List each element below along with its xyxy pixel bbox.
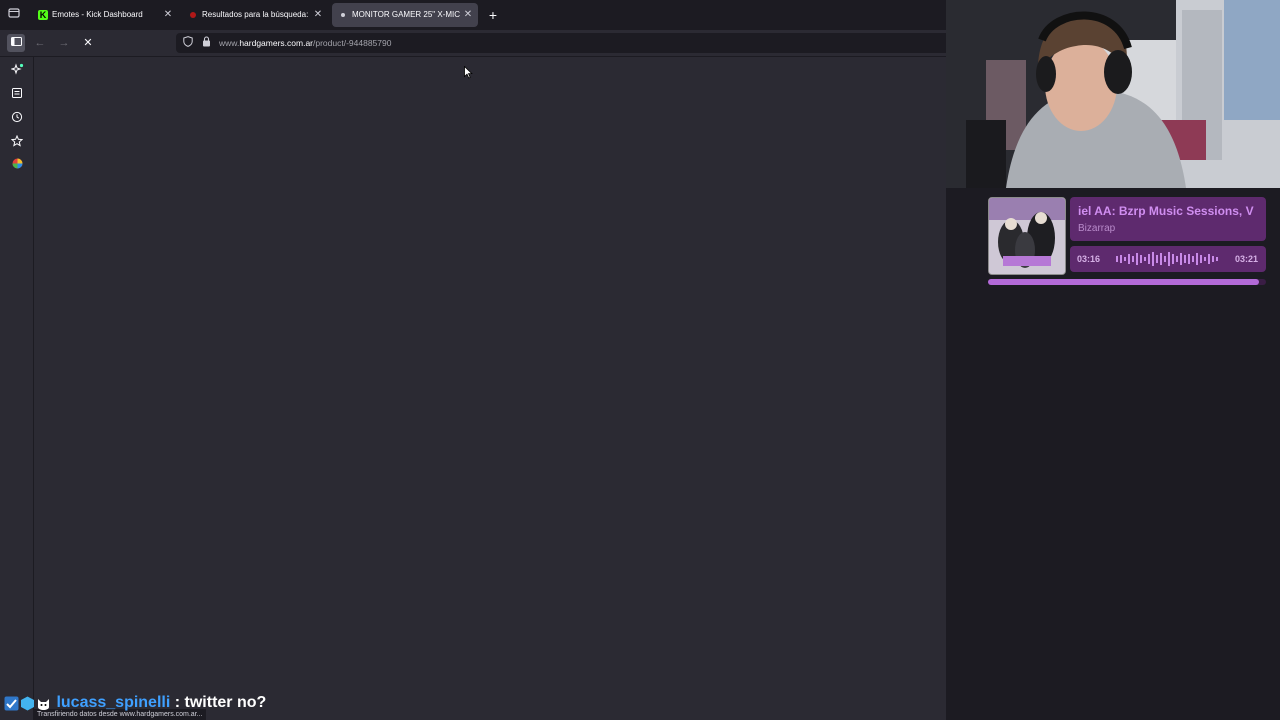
tab-monitor-gamer[interactable]: MONITOR GAMER 25" X-MICR ✕ (332, 3, 478, 27)
shield-icon[interactable] (181, 36, 195, 50)
url-text[interactable]: www.hardgamers.com.ar/product/-944885790 (219, 33, 391, 53)
colors-icon[interactable] (9, 158, 25, 174)
store-favicon-icon (190, 12, 196, 18)
history-icon[interactable] (9, 111, 25, 127)
kick-logo-icon: K (38, 10, 48, 20)
music-player-widget: iel AA: Bzrp Music Sessions, V Bizarrap … (988, 197, 1266, 287)
close-icon[interactable]: ✕ (162, 3, 174, 27)
chat-message: lucass_spinelli : twitter no? (4, 694, 266, 714)
track-duration: 03:21 (1234, 254, 1258, 264)
chat-username: lucass_spinelli (56, 694, 171, 711)
browser-window: K Emotes - Kick Dashboard ✕ Resultados p… (0, 0, 946, 720)
tab-label: Emotes - Kick Dashboard (52, 10, 143, 19)
address-bar[interactable]: www.hardgamers.com.ar/product/-944885790 (176, 33, 946, 53)
verified-badge-icon (4, 696, 19, 711)
mouse-cursor-icon (464, 65, 473, 84)
tab-label: Resultados para la búsqueda: m (202, 10, 310, 19)
waveform-icon (1116, 252, 1218, 266)
tab-kick-dashboard[interactable]: K Emotes - Kick Dashboard ✕ (32, 3, 178, 27)
album-art-image (989, 198, 1065, 274)
tab-label: MONITOR GAMER 25" X-MICR (352, 10, 460, 19)
webcam-image (946, 0, 1280, 188)
stop-loading-icon[interactable]: ✕ (79, 34, 97, 52)
track-info: iel AA: Bzrp Music Sessions, V Bizarrap (1070, 197, 1266, 241)
close-icon[interactable]: ✕ (462, 3, 474, 27)
tab-bar: K Emotes - Kick Dashboard ✕ Resultados p… (0, 0, 946, 30)
vertical-sidebar (0, 57, 34, 720)
forward-arrow-icon[interactable]: → (55, 34, 73, 52)
album-cover (988, 197, 1066, 275)
track-artist: Bizarrap (1078, 223, 1116, 234)
tab-search-results[interactable]: Resultados para la búsqueda: m ✕ (182, 3, 328, 27)
back-arrow-icon[interactable]: ← (31, 34, 49, 52)
navigation-toolbar: ← → ✕ www.hardgamers.com.ar/product/-944… (0, 30, 946, 57)
cat-emote-icon (36, 696, 51, 711)
playback-info: 03:16 03:21 (1070, 246, 1266, 272)
elapsed-time: 03:16 (1077, 254, 1101, 264)
sidebar-toggle-button[interactable] (7, 34, 25, 52)
track-progress-bar (988, 279, 1266, 285)
sub-badge-icon (20, 696, 35, 711)
chat-text: : twitter no? (174, 694, 267, 711)
tab-list-icon[interactable] (6, 7, 22, 23)
url-domain: hardgamers.com.ar (239, 38, 314, 48)
url-path: /product/-944885790 (313, 38, 392, 48)
webcam-overlay (946, 0, 1280, 188)
close-icon[interactable]: ✕ (312, 3, 324, 27)
plus-icon[interactable]: + (485, 6, 501, 24)
ai-sparkle-icon[interactable] (9, 63, 25, 79)
url-prefix: www. (219, 38, 240, 48)
page-content[interactable] (34, 57, 946, 720)
bookmarks-icon[interactable] (9, 87, 25, 103)
lock-icon[interactable] (199, 36, 213, 50)
loading-dot-icon (341, 13, 345, 17)
track-title: iel AA: Bzrp Music Sessions, V (1078, 204, 1254, 218)
star-icon[interactable] (9, 134, 25, 151)
track-progress-fill (988, 279, 1260, 285)
